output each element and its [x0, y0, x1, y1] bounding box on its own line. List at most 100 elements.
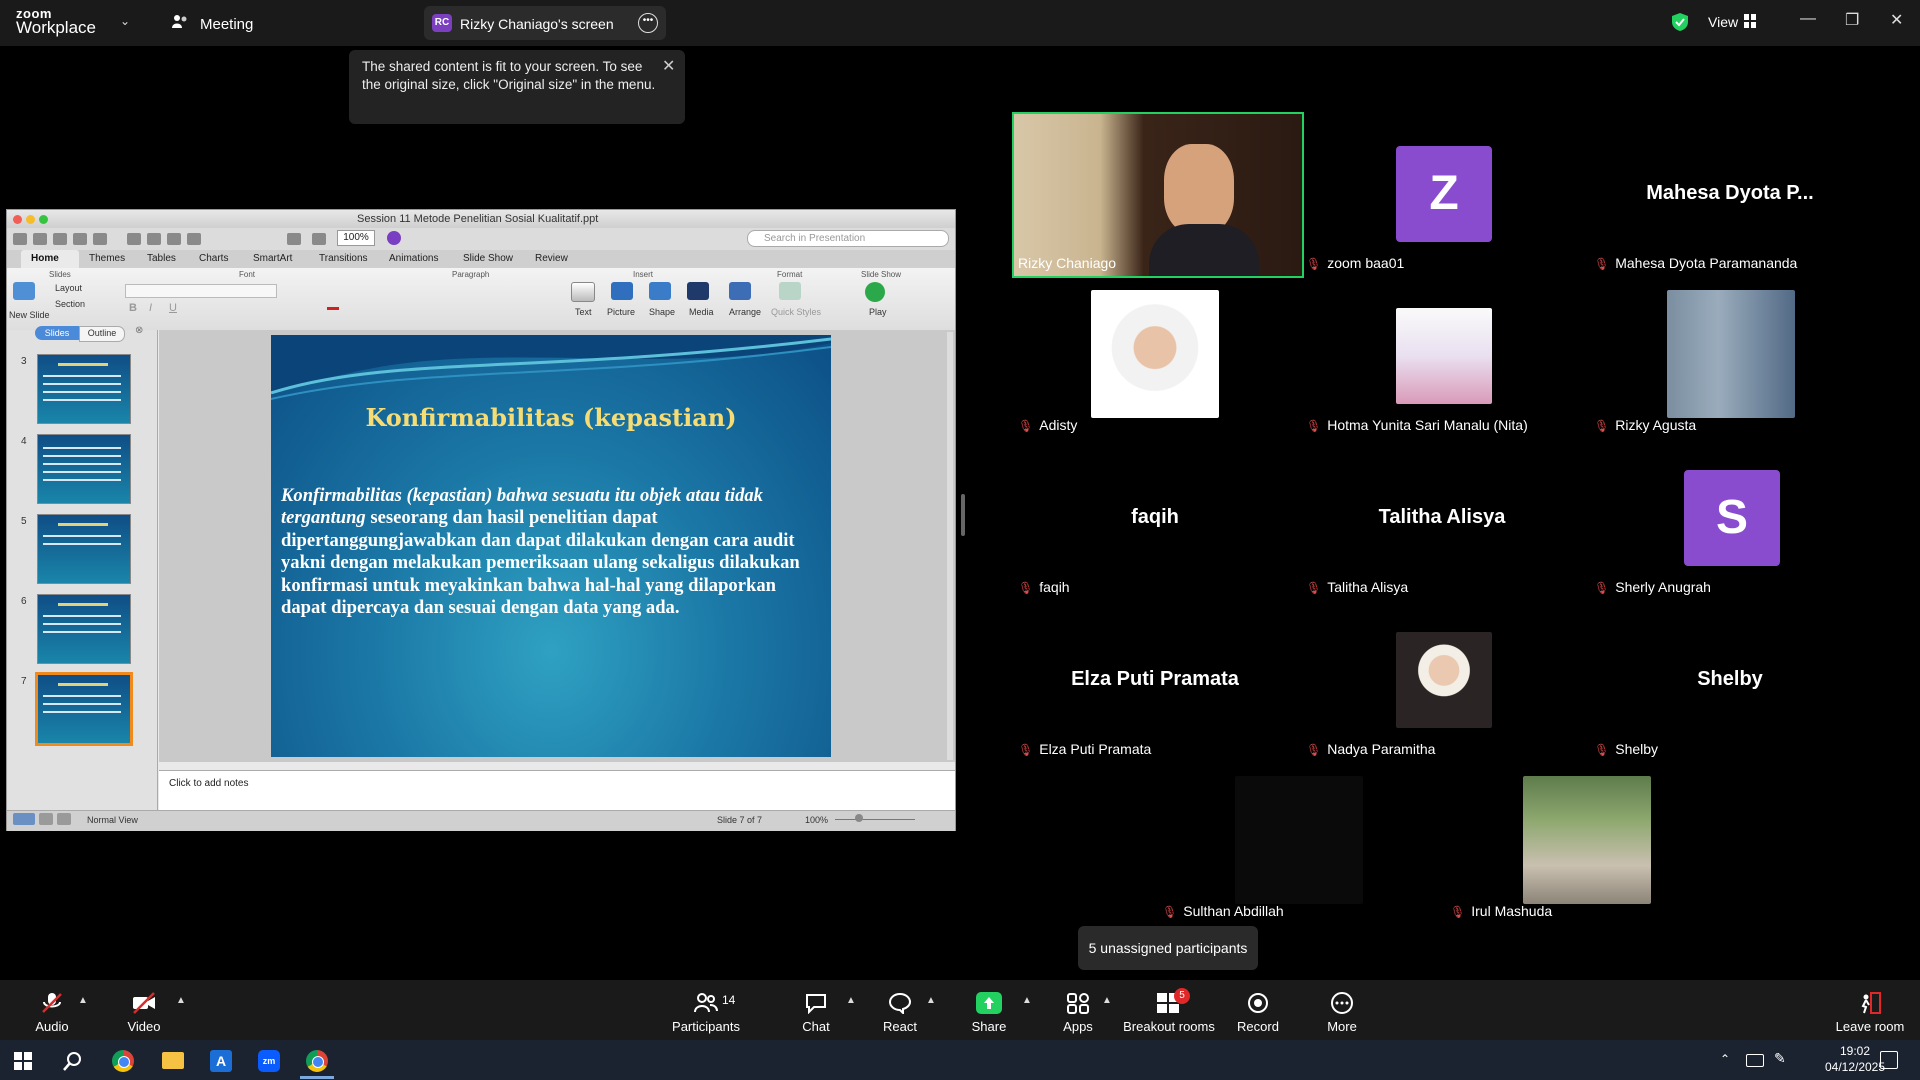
- shield-check-icon[interactable]: [1670, 12, 1690, 32]
- new-slide-button[interactable]: New Slide: [9, 310, 50, 320]
- chevron-up-icon[interactable]: ⌃: [1720, 1052, 1730, 1066]
- new-icon[interactable]: [13, 233, 27, 245]
- minimize-icon[interactable]: —: [1800, 10, 1816, 28]
- new-slide-icon[interactable]: [13, 282, 35, 300]
- react-options-caret[interactable]: ▲: [926, 995, 936, 1006]
- chat-options-caret[interactable]: ▲: [846, 995, 856, 1006]
- unassigned-participants-banner[interactable]: 5 unassigned participants: [1078, 926, 1258, 970]
- shape-icon[interactable]: [649, 282, 671, 300]
- underline-button[interactable]: U: [169, 302, 177, 314]
- notes-view-icon[interactable]: [57, 813, 71, 825]
- notes-pane[interactable]: [159, 770, 955, 811]
- arrange-button[interactable]: Arrange: [729, 307, 761, 317]
- tab-tables[interactable]: Tables: [147, 253, 176, 264]
- video-off-icon[interactable]: [132, 992, 156, 1014]
- template-icon[interactable]: [33, 233, 47, 245]
- ppt-minimize-dot[interactable]: [26, 215, 35, 224]
- copy-icon[interactable]: [147, 233, 161, 245]
- paste-icon[interactable]: [167, 233, 181, 245]
- ppt-close-dot[interactable]: [13, 215, 22, 224]
- chrome-icon[interactable]: [112, 1050, 134, 1072]
- save-icon[interactable]: [73, 233, 87, 245]
- arrange-icon[interactable]: [729, 282, 751, 300]
- active-speaker-video[interactable]: [1012, 112, 1304, 278]
- share-screen-icon[interactable]: [976, 992, 1002, 1014]
- participants-icon[interactable]: [694, 992, 718, 1014]
- apps-options-caret[interactable]: ▲: [1102, 995, 1112, 1006]
- bold-button[interactable]: B: [129, 302, 137, 314]
- picture-icon[interactable]: [611, 282, 633, 300]
- grid-view-icon[interactable]: [1744, 14, 1756, 28]
- slideshow-icon[interactable]: [287, 233, 301, 245]
- sorter-view-icon[interactable]: [39, 813, 53, 825]
- search-icon[interactable]: [62, 1050, 84, 1072]
- font-name-select[interactable]: [125, 284, 277, 298]
- tab-review[interactable]: Review: [535, 253, 568, 264]
- app-store-icon[interactable]: A: [210, 1050, 232, 1072]
- italic-button[interactable]: I: [149, 302, 152, 314]
- more-button[interactable]: More: [1282, 1019, 1402, 1034]
- format-painter-icon[interactable]: [187, 233, 201, 245]
- media-icon[interactable]: [687, 282, 709, 300]
- close-pane-icon[interactable]: ⊗: [135, 325, 143, 336]
- print-icon[interactable]: [93, 233, 107, 245]
- quick-styles-button[interactable]: Quick Styles: [771, 307, 821, 317]
- current-slide[interactable]: Konfirmabilitas (kepastian) Konfirmabili…: [271, 335, 831, 757]
- video-options-caret[interactable]: ▲: [176, 995, 186, 1006]
- close-icon[interactable]: ✕: [1890, 10, 1903, 30]
- video-button[interactable]: Video: [84, 1019, 204, 1034]
- meeting-tab-label[interactable]: Meeting: [200, 16, 253, 33]
- play-button[interactable]: Play: [869, 307, 887, 317]
- network-icon[interactable]: [1746, 1054, 1764, 1067]
- tab-slide-show[interactable]: Slide Show: [463, 253, 513, 264]
- chrome-active-icon[interactable]: [306, 1050, 328, 1072]
- record-icon[interactable]: [1246, 992, 1270, 1014]
- ppt-zoom-dot[interactable]: [39, 215, 48, 224]
- cut-icon[interactable]: [127, 233, 141, 245]
- picture-button[interactable]: Picture: [607, 307, 635, 317]
- text-box-icon[interactable]: [571, 282, 595, 302]
- chat-icon[interactable]: [804, 992, 828, 1014]
- tab-smartart[interactable]: SmartArt: [253, 253, 292, 264]
- zoom-slider-thumb[interactable]: [855, 814, 863, 822]
- tooltip-close-icon[interactable]: ✕: [662, 56, 675, 76]
- canvas-scrollbar[interactable]: [947, 332, 953, 760]
- slide-thumbnail-selected[interactable]: [35, 672, 133, 746]
- meeting-icon[interactable]: [172, 14, 188, 28]
- tab-animations[interactable]: Animations: [389, 253, 438, 264]
- file-explorer-icon[interactable]: [162, 1052, 184, 1069]
- more-icon[interactable]: [1330, 992, 1354, 1014]
- view-menu-button[interactable]: View: [1708, 14, 1738, 30]
- leave-room-icon[interactable]: [1858, 992, 1882, 1014]
- tab-charts[interactable]: Charts: [199, 253, 228, 264]
- apps-icon[interactable]: [1066, 992, 1090, 1014]
- zoom-taskbar-icon[interactable]: zm: [258, 1050, 280, 1072]
- react-icon[interactable]: [888, 992, 912, 1014]
- slide-thumbnail[interactable]: [37, 354, 131, 424]
- slide-thumbnail[interactable]: [37, 514, 131, 584]
- slide-thumbnail[interactable]: [37, 594, 131, 664]
- chevron-down-icon[interactable]: ⌄: [120, 14, 130, 28]
- section-button[interactable]: Section: [55, 299, 85, 309]
- help-icon[interactable]: [387, 231, 401, 245]
- zoom-select[interactable]: 100%: [337, 230, 375, 246]
- media-button[interactable]: Media: [689, 307, 714, 317]
- font-color-icon[interactable]: [327, 307, 339, 310]
- tab-transitions[interactable]: Transitions: [319, 253, 368, 264]
- tab-outline[interactable]: Outline: [79, 326, 125, 342]
- media-browser-icon[interactable]: [312, 233, 326, 245]
- windows-start-icon[interactable]: [14, 1052, 32, 1070]
- tab-home[interactable]: Home: [31, 253, 59, 264]
- shared-screen-label[interactable]: Rizky Chaniago's screen: [460, 16, 614, 32]
- notifications-icon[interactable]: [1880, 1051, 1898, 1069]
- ppt-search-input[interactable]: Search in Presentation: [747, 230, 949, 247]
- share-options-caret[interactable]: ▲: [1022, 995, 1032, 1006]
- open-icon[interactable]: [53, 233, 67, 245]
- layout-button[interactable]: Layout: [55, 283, 82, 293]
- shape-button[interactable]: Shape: [649, 307, 675, 317]
- play-icon[interactable]: [865, 282, 885, 302]
- quick-styles-icon[interactable]: [779, 282, 801, 300]
- audio-options-caret[interactable]: ▲: [78, 995, 88, 1006]
- tab-slides[interactable]: Slides: [35, 326, 79, 340]
- leave-room-button[interactable]: Leave room: [1810, 1019, 1920, 1034]
